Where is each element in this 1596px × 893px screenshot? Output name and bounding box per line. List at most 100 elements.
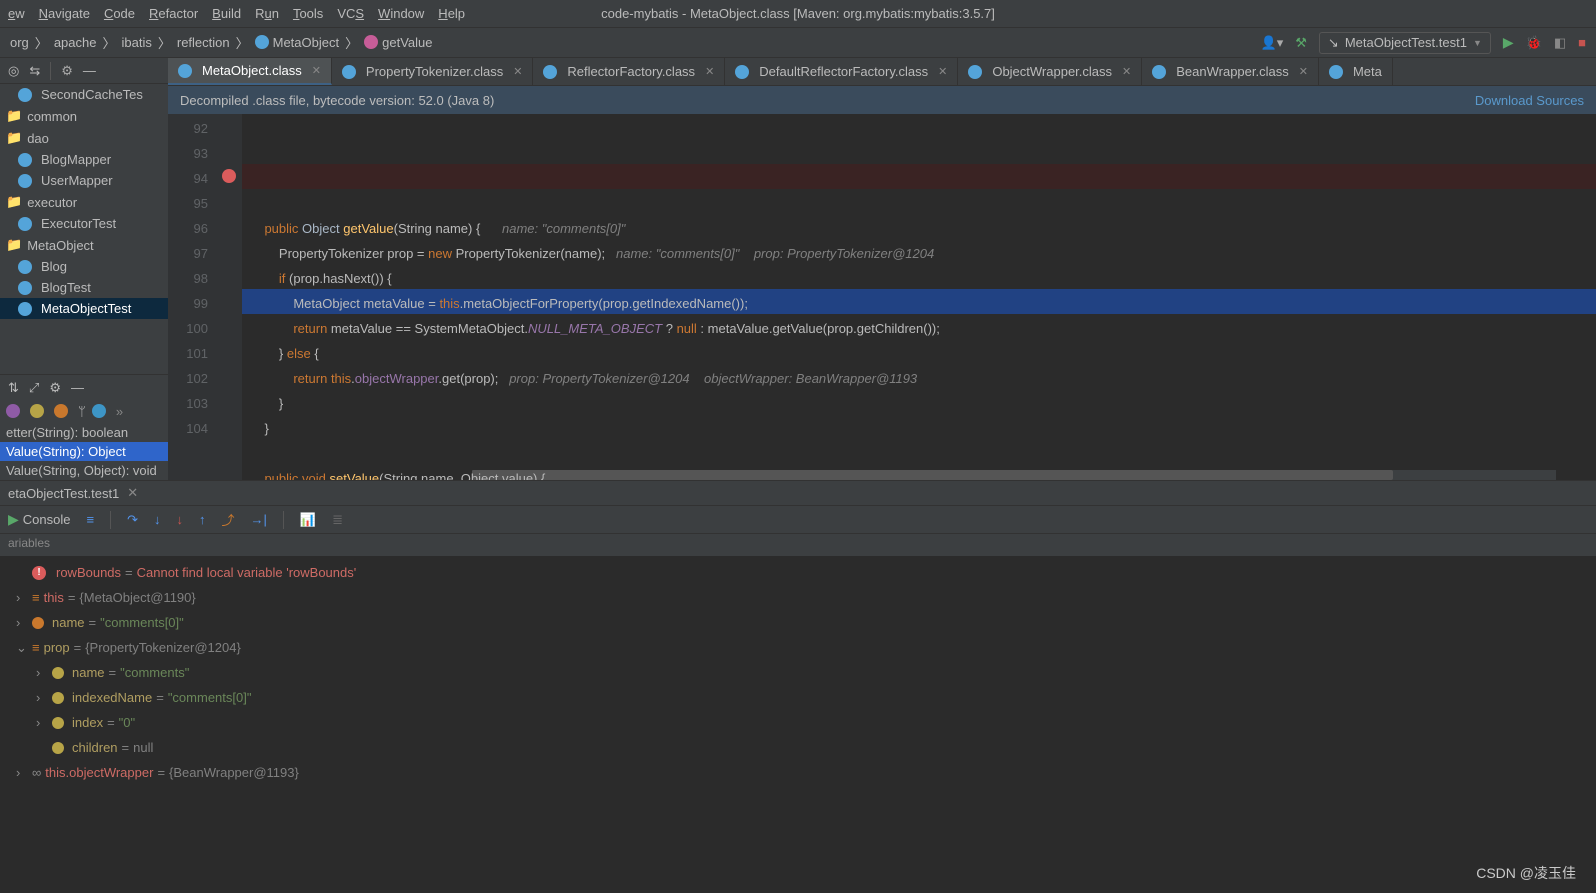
- variable-row[interactable]: › name = "comments[0]": [0, 610, 1596, 635]
- variable-row[interactable]: › indexedName = "comments[0]": [0, 685, 1596, 710]
- show-icon[interactable]: ᛘ: [78, 404, 86, 419]
- property-icon[interactable]: [6, 404, 20, 418]
- breadcrumb-item[interactable]: getValue: [364, 35, 432, 50]
- collapse-icon[interactable]: ⇆: [29, 63, 40, 79]
- menu-item[interactable]: Code: [104, 6, 135, 21]
- run-coverage-icon[interactable]: ◧: [1554, 35, 1566, 51]
- run-config-selector[interactable]: ↘ MetaObjectTest.test1 ▼: [1319, 32, 1491, 54]
- close-icon[interactable]: ✕: [1122, 65, 1131, 78]
- variable-row[interactable]: children = null: [0, 735, 1596, 760]
- variable-row[interactable]: › index = "0": [0, 710, 1596, 735]
- editor-tab[interactable]: ReflectorFactory.class✕: [533, 58, 725, 85]
- download-sources-link[interactable]: Download Sources: [1475, 93, 1584, 108]
- chevron-right-icon[interactable]: ›: [36, 712, 48, 733]
- lock-icon[interactable]: [54, 404, 68, 418]
- variable-error-row[interactable]: ! rowBounds = Cannot find local variable…: [0, 560, 1596, 585]
- menu-item[interactable]: VCS: [337, 6, 364, 21]
- close-icon[interactable]: ✕: [938, 65, 947, 78]
- structure-item[interactable]: etter(String): boolean: [0, 423, 168, 442]
- tree-item[interactable]: BlogTest: [0, 277, 168, 298]
- step-into-icon[interactable]: ↓: [154, 512, 161, 527]
- anon-icon[interactable]: [92, 404, 106, 418]
- tree-item[interactable]: MetaObjectTest: [0, 298, 168, 319]
- chevron-right-icon[interactable]: ›: [16, 612, 28, 633]
- editor-tab[interactable]: MetaObject.class✕: [168, 58, 332, 85]
- breadcrumb-item[interactable]: apache: [54, 35, 97, 50]
- code-editor[interactable]: 9293949596979899100101102103104 public O…: [168, 114, 1596, 480]
- breadcrumb[interactable]: org〉 apache〉 ibatis〉 reflection〉 MetaObj…: [10, 33, 432, 52]
- hide-icon[interactable]: —: [83, 63, 96, 78]
- gear-icon[interactable]: ⚙: [61, 63, 73, 79]
- variable-row[interactable]: ›∞ this.objectWrapper = {BeanWrapper@119…: [0, 760, 1596, 785]
- user-icon[interactable]: 👤▾: [1261, 35, 1284, 51]
- expand-icon[interactable]: ⤢: [29, 380, 39, 396]
- structure-item[interactable]: Value(String, Object): void: [0, 461, 168, 480]
- chevron-right-icon[interactable]: ›: [16, 587, 28, 608]
- chevron-down-icon[interactable]: ⌄: [16, 637, 28, 658]
- debug-icon[interactable]: 🐞: [1526, 35, 1542, 51]
- tree-item[interactable]: 📁 common: [0, 105, 168, 127]
- editor-tab[interactable]: BeanWrapper.class✕: [1142, 58, 1319, 85]
- target-icon[interactable]: ◎: [8, 63, 19, 79]
- run-icon[interactable]: ▶: [1503, 34, 1514, 51]
- trace-icon[interactable]: ≣: [332, 512, 343, 528]
- variable-row[interactable]: ⌄≡ prop = {PropertyTokenizer@1204}: [0, 635, 1596, 660]
- menu-item[interactable]: ew: [8, 6, 25, 21]
- menu-item[interactable]: Help: [438, 6, 465, 21]
- more-icon[interactable]: »: [116, 404, 123, 419]
- editor-tab[interactable]: Meta: [1319, 58, 1393, 85]
- tree-item[interactable]: UserMapper: [0, 170, 168, 191]
- tree-item[interactable]: SecondCacheTes: [0, 84, 168, 105]
- variable-row[interactable]: › name = "comments": [0, 660, 1596, 685]
- menu-item[interactable]: Tools: [293, 6, 323, 21]
- menu-item[interactable]: Refactor: [149, 6, 198, 21]
- drop-frame-icon[interactable]: ⤴: [221, 510, 234, 529]
- editor-tab[interactable]: DefaultReflectorFactory.class✕: [725, 58, 958, 85]
- run-to-cursor-icon[interactable]: →|: [251, 512, 267, 527]
- code-text[interactable]: public Object getValue(String name) { na…: [242, 114, 1596, 480]
- evaluate-icon[interactable]: 📊: [300, 512, 316, 528]
- breadcrumb-item[interactable]: ibatis: [121, 35, 151, 50]
- breadcrumb-item[interactable]: reflection: [177, 35, 230, 50]
- tree-item[interactable]: Blog: [0, 256, 168, 277]
- hide-icon[interactable]: —: [71, 380, 84, 395]
- line-gutter[interactable]: 9293949596979899100101102103104: [168, 114, 218, 480]
- debug-session-tab[interactable]: etaObjectTest.test1: [8, 486, 119, 501]
- project-tree[interactable]: SecondCacheTes 📁 common 📁 dao BlogMapper…: [0, 84, 168, 374]
- breakpoint-gutter[interactable]: [218, 114, 242, 480]
- structure-tree[interactable]: etter(String): boolean Value(String): Ob…: [0, 423, 168, 480]
- breakpoint-icon[interactable]: [222, 169, 236, 183]
- menu-item[interactable]: Navigate: [39, 6, 90, 21]
- close-icon[interactable]: ✕: [705, 65, 714, 78]
- chevron-right-icon[interactable]: ›: [16, 762, 28, 783]
- stop-icon[interactable]: ■: [1578, 35, 1586, 50]
- field-icon[interactable]: [30, 404, 44, 418]
- breadcrumb-item[interactable]: org: [10, 35, 29, 50]
- force-step-into-icon[interactable]: ↓: [176, 512, 183, 527]
- close-icon[interactable]: ✕: [127, 485, 138, 501]
- tree-item[interactable]: 📁 MetaObject: [0, 234, 168, 256]
- menu-item[interactable]: Run: [255, 6, 279, 21]
- variable-row[interactable]: ›≡ this = {MetaObject@1190}: [0, 585, 1596, 610]
- step-out-icon[interactable]: ↑: [199, 512, 206, 527]
- editor-tab[interactable]: ObjectWrapper.class✕: [958, 58, 1142, 85]
- tree-item[interactable]: ExecutorTest: [0, 213, 168, 234]
- structure-item[interactable]: Value(String): Object: [0, 442, 168, 461]
- threads-icon[interactable]: ≡: [86, 512, 94, 527]
- tree-item[interactable]: 📁 dao: [0, 127, 168, 149]
- tree-item[interactable]: BlogMapper: [0, 149, 168, 170]
- menu-item[interactable]: Build: [212, 6, 241, 21]
- sort-icon[interactable]: ⇅: [8, 380, 19, 396]
- close-icon[interactable]: ✕: [1299, 65, 1308, 78]
- variables-tree[interactable]: ! rowBounds = Cannot find local variable…: [0, 556, 1596, 789]
- close-icon[interactable]: ✕: [312, 64, 321, 77]
- editor-tab[interactable]: PropertyTokenizer.class✕: [332, 58, 534, 85]
- breadcrumb-item[interactable]: MetaObject: [255, 35, 339, 50]
- build-icon[interactable]: ⚒: [1295, 35, 1307, 51]
- tree-item[interactable]: 📁 executor: [0, 191, 168, 213]
- menu-item[interactable]: Window: [378, 6, 424, 21]
- chevron-right-icon[interactable]: ›: [36, 687, 48, 708]
- chevron-right-icon[interactable]: ›: [36, 662, 48, 683]
- gear-icon[interactable]: ⚙: [49, 380, 61, 396]
- close-icon[interactable]: ✕: [513, 65, 522, 78]
